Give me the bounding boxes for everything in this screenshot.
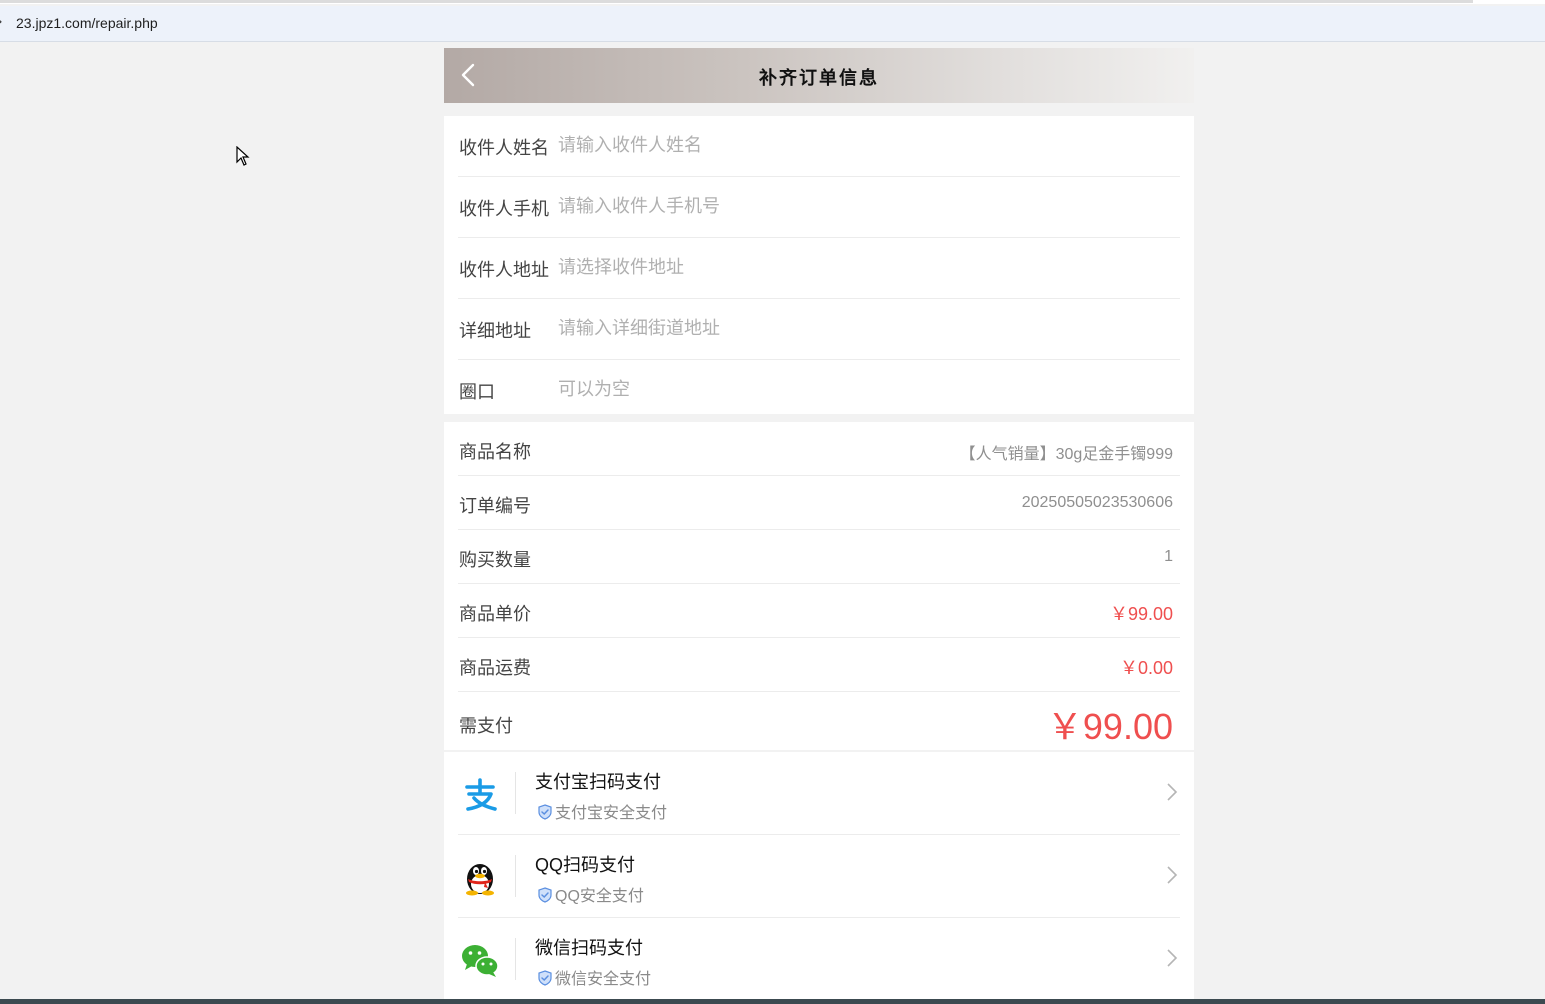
shield-check-icon [538, 970, 552, 986]
qq-pay-title: QQ扫码支付 [535, 855, 636, 875]
alipay-option[interactable]: 支付宝扫码支付 支付宝安全支付 [458, 752, 1180, 835]
product-name-value: 【人气销量】30g足金手镯999 [959, 446, 1173, 463]
alipay-icon [465, 778, 497, 811]
divider [515, 772, 516, 814]
browser-address-bar[interactable]: › 23.jpz1.com/repair.php [0, 6, 1545, 42]
wechat-icon [462, 945, 499, 977]
total-amount: ￥99.00 [1046, 706, 1173, 747]
site-info-icon[interactable]: › [0, 14, 3, 30]
order-number-value: 20250505023530606 [1021, 494, 1173, 511]
address-select-input[interactable] [558, 252, 1158, 282]
divider [515, 938, 516, 980]
taskbar-edge [0, 999, 1545, 1004]
wechat-pay-title: 微信扫码支付 [535, 938, 643, 958]
ring-size-row: 圈口 [458, 360, 1180, 421]
total-row: 需支付 ￥99.00 [458, 692, 1180, 754]
wechat-pay-subtitle: 微信安全支付 [537, 965, 651, 989]
quantity-label: 购买数量 [459, 550, 531, 570]
phone-row: 收件人手机 [458, 177, 1180, 238]
payment-methods: 支付宝扫码支付 支付宝安全支付 QQ扫码支付 QQ安全支付 微信扫码支付 微信安… [444, 752, 1194, 1004]
shipping-fee-value: ￥0.00 [1119, 658, 1173, 678]
qq-pay-subtitle: QQ安全支付 [537, 882, 644, 906]
product-name-row: 商品名称 【人气销量】30g足金手镯999 [458, 422, 1180, 476]
mouse-cursor-icon [236, 146, 250, 166]
order-number-row: 订单编号 20250505023530606 [458, 476, 1180, 530]
shield-check-icon [538, 804, 552, 820]
mobile-page: 补齐订单信息 收件人姓名 收件人手机 收件人地址 详细地址 圈口 商品名称 【人… [444, 48, 1194, 1004]
recipient-form: 收件人姓名 收件人手机 收件人地址 详细地址 圈口 [444, 116, 1194, 414]
alipay-title: 支付宝扫码支付 [535, 772, 661, 792]
name-input[interactable] [558, 130, 1158, 160]
alipay-subtitle: 支付宝安全支付 [537, 799, 667, 823]
name-row: 收件人姓名 [458, 116, 1180, 177]
qq-pay-subtitle-text: QQ安全支付 [555, 888, 644, 905]
detail-address-row: 详细地址 [458, 299, 1180, 360]
name-label: 收件人姓名 [459, 138, 549, 158]
unit-price-label: 商品单价 [459, 604, 531, 624]
order-number-label: 订单编号 [459, 496, 531, 516]
qq-pay-option[interactable]: QQ扫码支付 QQ安全支付 [458, 835, 1180, 918]
address-url[interactable]: 23.jpz1.com/repair.php [16, 15, 158, 31]
chevron-right-icon [1167, 783, 1178, 801]
shipping-fee-label: 商品运费 [459, 658, 531, 678]
detail-address-label: 详细地址 [459, 321, 531, 341]
quantity-value: 1 [1164, 548, 1173, 565]
unit-price-row: 商品单价 ￥99.00 [458, 584, 1180, 638]
ring-size-input[interactable] [558, 374, 1158, 404]
phone-input[interactable] [558, 191, 1158, 221]
total-label: 需支付 [459, 716, 513, 736]
address-label: 收件人地址 [459, 260, 549, 280]
page-title: 补齐订单信息 [759, 68, 879, 89]
ring-size-label: 圈口 [459, 382, 495, 402]
unit-price-value: ￥99.00 [1109, 604, 1173, 624]
divider [515, 855, 516, 897]
shipping-fee-row: 商品运费 ￥0.00 [458, 638, 1180, 692]
chevron-right-icon [1167, 949, 1178, 967]
alipay-subtitle-text: 支付宝安全支付 [555, 805, 668, 822]
address-row: 收件人地址 [458, 238, 1180, 299]
product-name-label: 商品名称 [459, 442, 531, 462]
chevron-right-icon [1167, 866, 1178, 884]
page-header: 补齐订单信息 [444, 48, 1194, 103]
phone-label: 收件人手机 [459, 199, 549, 219]
wechat-pay-subtitle-text: 微信安全支付 [555, 971, 652, 988]
qq-penguin-icon [466, 864, 494, 896]
detail-address-input[interactable] [558, 313, 1158, 343]
quantity-row: 购买数量 1 [458, 530, 1180, 584]
order-info: 商品名称 【人气销量】30g足金手镯999 订单编号 2025050502353… [444, 422, 1194, 750]
shield-check-icon [538, 887, 552, 903]
browser-top-strip [0, 0, 1545, 4]
horizontal-scrollbar[interactable] [0, 0, 1473, 3]
wechat-pay-option[interactable]: 微信扫码支付 微信安全支付 [458, 918, 1180, 1001]
